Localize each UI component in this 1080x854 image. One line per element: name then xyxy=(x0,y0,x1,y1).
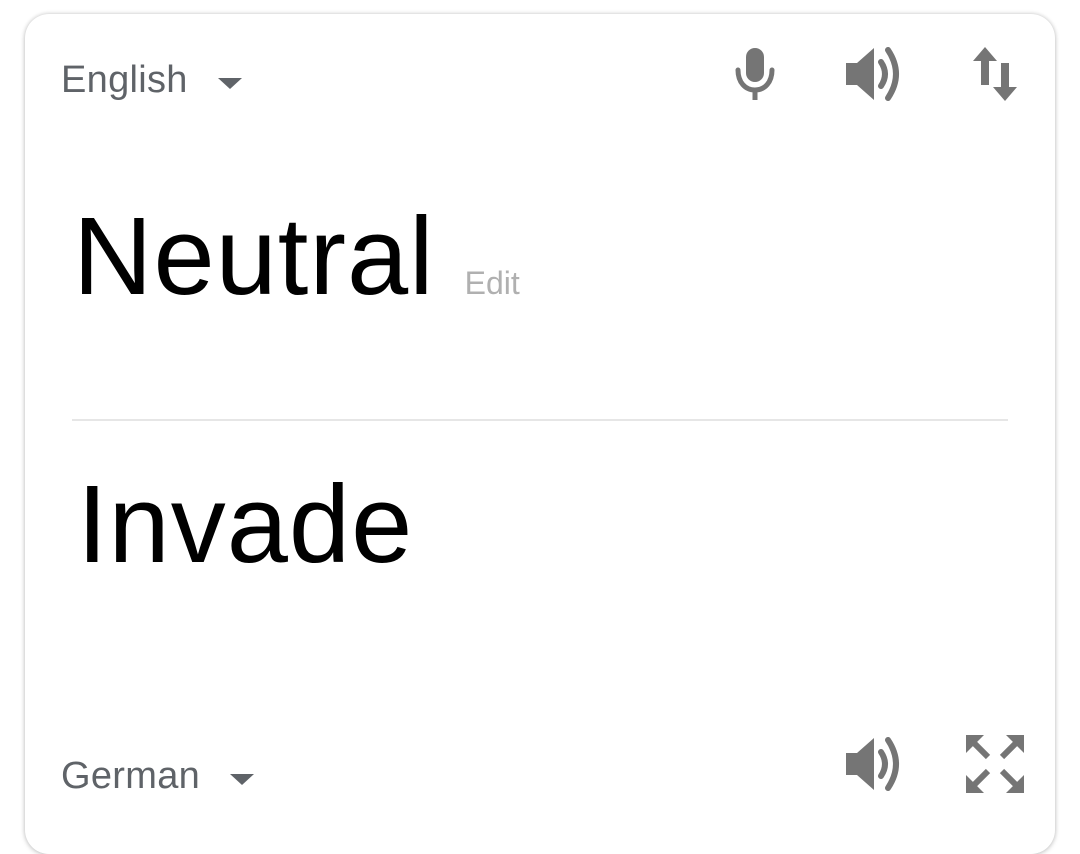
target-language-label: German xyxy=(61,754,201,797)
speaker-icon xyxy=(846,737,899,791)
target-language-dropdown[interactable]: German xyxy=(61,752,255,800)
source-language-dropdown[interactable]: English xyxy=(61,56,242,104)
translation-text: Invade xyxy=(77,463,414,586)
source-language-label: English xyxy=(61,58,188,101)
translate-card: English Neutral Edit Invade German xyxy=(25,14,1055,854)
source-text-area[interactable]: Neutral Edit xyxy=(73,202,520,312)
chevron-down-icon xyxy=(230,773,255,785)
fullscreen-icon xyxy=(966,735,1024,793)
swap-languages-button[interactable] xyxy=(963,42,1027,106)
swap-languages-icon xyxy=(973,47,1017,101)
edit-link[interactable]: Edit xyxy=(465,265,520,302)
microphone-button[interactable] xyxy=(723,42,787,106)
speaker-icon xyxy=(846,47,899,101)
divider xyxy=(72,419,1008,421)
fullscreen-button[interactable] xyxy=(963,732,1027,796)
microphone-icon xyxy=(735,48,775,100)
source-listen-button[interactable] xyxy=(843,42,907,106)
chevron-down-icon xyxy=(217,77,242,89)
source-text: Neutral xyxy=(73,195,435,318)
translation-listen-button[interactable] xyxy=(843,732,907,796)
